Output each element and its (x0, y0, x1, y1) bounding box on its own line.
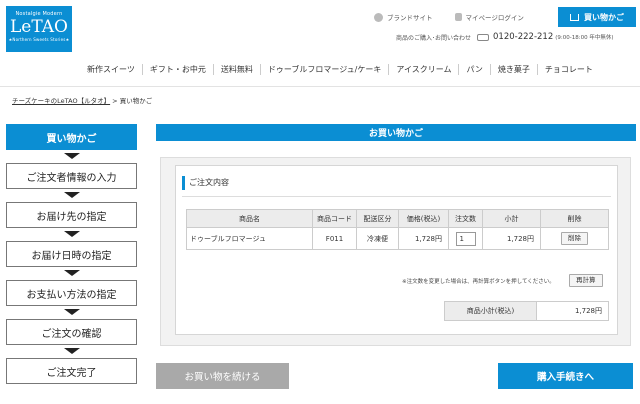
step-delivery-datetime: お届け日時の指定 (6, 241, 137, 267)
page-title: お買い物かご (156, 124, 636, 141)
step-confirm: ご注文の確認 (6, 319, 137, 345)
cart-button[interactable]: 買い物かご (558, 7, 636, 27)
cart-table: 商品名 商品コード 配送区分 価格(税込) 注文数 小計 削除 ドゥーブルフロマ… (186, 209, 609, 250)
nav-item-new-sweets[interactable]: 新作スイーツ (80, 64, 142, 75)
phone-number[interactable]: 0120-222-212 (493, 32, 553, 42)
nav-item-free-shipping[interactable]: 送料無料 (212, 63, 260, 75)
top-links: ブランドサイト マイページログイン (374, 10, 546, 24)
continue-shopping-button[interactable]: お買い物を続ける (156, 363, 289, 389)
col-product-name: 商品名 (186, 209, 313, 228)
step-arrow-icon (63, 231, 80, 237)
checkout-button[interactable]: 購入手続きへ (498, 363, 633, 389)
cart-icon (570, 13, 579, 21)
breadcrumb-current: 買い物かご (119, 97, 153, 105)
brand-site-link[interactable]: ブランドサイト (374, 12, 433, 22)
quantity-input[interactable]: 1 (455, 231, 476, 246)
col-price: 価格(税込) (398, 209, 449, 228)
product-name[interactable]: ドゥーブルフロマージュ (186, 227, 313, 250)
delete-cell: 削除 (540, 227, 609, 250)
step-arrow-icon (63, 192, 80, 198)
nav-item-ice-cream[interactable]: アイスクリーム (388, 63, 458, 75)
breadcrumb: チーズケーキのLeTAO【ルタオ】 > 買い物かご (12, 95, 152, 105)
step-arrow-icon (63, 309, 80, 315)
nav-item-gift[interactable]: ギフト・お中元 (141, 63, 213, 75)
breadcrumb-home-link[interactable]: チーズケーキのLeTAO【ルタオ】 (12, 97, 110, 105)
section-title: ご注文内容 (182, 176, 229, 190)
step-cart: 買い物かご (6, 124, 137, 150)
product-price: 1,728円 (398, 227, 449, 250)
checkout-steps: 買い物かご ご注文者情報の入力 お届け先の指定 お届け日時の指定 お支払い方法の… (6, 124, 137, 384)
logo-brand: LeTAO (10, 17, 68, 37)
phone-contact: 商品のご購入･お問い合わせ 0120-222-212 (9:00-18:00 年… (396, 32, 613, 42)
row-subtotal: 1,728円 (482, 227, 541, 250)
mypage-login-link[interactable]: マイページログイン (454, 12, 524, 22)
step-arrow-icon (63, 348, 80, 354)
product-code: F011 (312, 227, 357, 250)
order-content: ご注文内容 商品名 商品コード 配送区分 価格(税込) 注文数 小計 削除 ドゥ… (175, 165, 618, 335)
recalculate-button[interactable]: 再計算 (569, 274, 603, 287)
subtotal-table: 商品小計(税込) 1,728円 (444, 301, 609, 321)
breadcrumb-separator: > (110, 97, 120, 105)
quantity-cell: 1 (448, 227, 483, 250)
cart-label: 買い物かご (584, 12, 624, 22)
step-customer-info: ご注文者情報の入力 (6, 163, 137, 189)
nav-item-baked-goods[interactable]: 焼き菓子 (489, 63, 537, 75)
logo-subline: ★Northern Sweets Stories★ (8, 37, 70, 42)
delivery-type: 冷凍便 (356, 227, 399, 250)
letao-logo[interactable]: Nostalgie Modern LeTAO ★Northern Sweets … (6, 6, 72, 52)
header-divider (0, 86, 640, 87)
col-subtotal: 小計 (482, 209, 541, 228)
mypage-login-label: マイページログイン (465, 14, 524, 22)
step-arrow-icon (63, 270, 80, 276)
section-divider (182, 196, 611, 197)
table-row: ドゥーブルフロマージュ F011 冷凍便 1,728円 1 1,728円 削除 (186, 227, 609, 250)
step-arrow-icon (63, 153, 80, 159)
col-product-code: 商品コード (312, 209, 357, 228)
step-delivery-address: お届け先の指定 (6, 202, 137, 228)
lock-icon (454, 13, 462, 21)
subtotal-value: 1,728円 (536, 301, 609, 321)
col-delivery-type: 配送区分 (356, 209, 399, 228)
subtotal-label: 商品小計(税込) (444, 301, 537, 321)
brand-site-label: ブランドサイト (387, 14, 433, 22)
freedial-icon (477, 33, 490, 41)
order-panel: ご注文内容 商品名 商品コード 配送区分 価格(税込) 注文数 小計 削除 ドゥ… (160, 157, 631, 346)
recalc-note: ※注文数を変更した場合は、再計算ボタンを押してください。 (402, 279, 555, 285)
step-complete: ご注文完了 (6, 358, 137, 384)
phone-hours: (9:00-18:00 年中無休) (555, 35, 614, 41)
delete-button[interactable]: 削除 (561, 232, 588, 245)
nav-item-chocolate[interactable]: チョコレート (536, 63, 600, 75)
nav-item-bread[interactable]: パン (458, 63, 489, 75)
phone-label: 商品のご購入･お問い合わせ (396, 34, 472, 42)
global-nav: 新作スイーツ ギフト・お中元 送料無料 ドゥーブルフロマージュ/ケーキ アイスク… (80, 62, 640, 76)
subtotal-row: 商品小計(税込) 1,728円 (444, 301, 609, 321)
col-delete: 削除 (540, 209, 609, 228)
col-quantity: 注文数 (448, 209, 483, 228)
table-header-row: 商品名 商品コード 配送区分 価格(税込) 注文数 小計 削除 (186, 209, 609, 228)
nav-item-double-fromage[interactable]: ドゥーブルフロマージュ/ケーキ (259, 63, 389, 75)
step-payment-method: お支払い方法の指定 (6, 280, 137, 306)
brand-icon (374, 12, 383, 22)
logo-tagline: Nostalgie Modern (15, 11, 63, 17)
